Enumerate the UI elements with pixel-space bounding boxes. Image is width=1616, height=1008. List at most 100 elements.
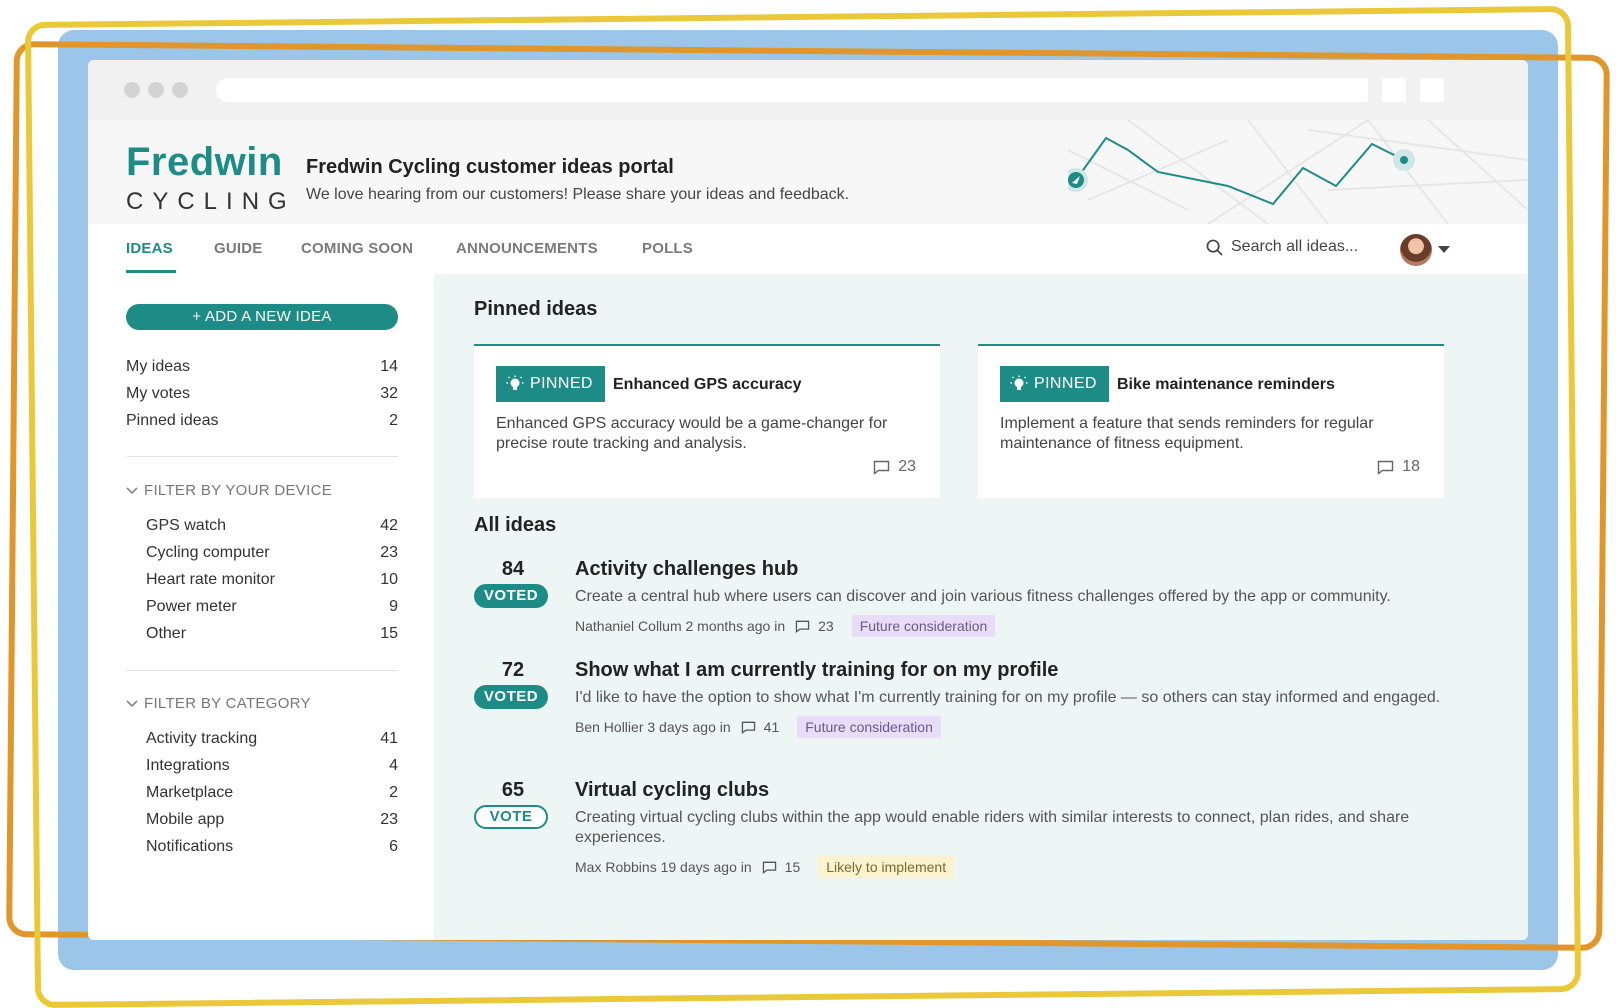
active-tab-indicator [126,270,176,273]
vote-button[interactable]: VOTE [474,805,548,829]
comment-count[interactable]: 23 [795,618,834,634]
browser-button[interactable] [1382,78,1406,102]
comment-count[interactable]: 15 [762,859,801,875]
portal-header: Fredwin CYCLING Fredwin Cycling customer… [88,120,1528,224]
sidebar-item-my-votes[interactable]: My votes 32 [126,385,398,403]
filter-item-heart-rate-monitor[interactable]: Heart rate monitor 10 [146,571,398,589]
pinned-badge: PINNED [1000,366,1109,402]
pinned-badge: PINNED [496,366,605,402]
filter-device-title: FILTER BY YOUR DEVICE [144,482,333,499]
idea-author-time: Max Robbins 19 days ago in [575,859,752,875]
filter-item-power-meter[interactable]: Power meter 9 [146,598,398,616]
tab-coming-soon[interactable]: COMING SOON [301,240,413,257]
pinned-card-desc: Implement a feature that sends reminders… [1000,415,1374,452]
sidebar-item-pinned-ideas[interactable]: Pinned ideas 2 [126,412,398,430]
pinned-card-desc: Enhanced GPS accuracy would be a game-ch… [496,415,888,452]
filter-item-count: 6 [389,838,398,855]
comment-count[interactable]: 41 [741,719,780,735]
filter-item-label: Mobile app [146,811,225,828]
logo-wordmark[interactable]: Fredwin [126,140,283,185]
lightbulb-icon [506,375,524,390]
comment-count-value: 18 [1402,458,1420,475]
vote-count: 72 [501,659,525,681]
nav-bar: IDEAS GUIDE COMING SOON ANNOUNCEMENTS PO… [88,224,1528,275]
all-ideas-title: All ideas [474,514,557,536]
filter-item-integrations[interactable]: Integrations 4 [146,757,398,775]
lightbulb-icon [1010,375,1028,390]
filter-item-gps-watch[interactable]: GPS watch 42 [146,517,398,535]
idea-description: I'd like to have the option to show what… [575,689,1441,706]
address-bar[interactable] [216,78,1366,102]
idea-title[interactable]: Activity challenges hub [575,558,1445,581]
vote-widget: 72 VOTED [474,659,552,709]
status-badge: Future consideration [851,615,996,637]
filter-item-count: 9 [389,598,398,615]
filter-item-mobile-app[interactable]: Mobile app 23 [146,811,398,829]
filter-item-other[interactable]: Other 15 [146,625,398,643]
comment-count[interactable]: 18 [1377,458,1420,476]
idea-meta: Max Robbins 19 days ago in 15 Likely to … [575,856,1445,878]
pinned-card-title[interactable]: Bike maintenance reminders [1117,376,1335,394]
filter-item-label: Other [146,625,187,642]
filter-item-count: 42 [380,517,398,534]
comment-count-value: 15 [784,859,801,875]
vote-count: 84 [501,558,525,580]
route-map-graphic [1068,120,1528,224]
comment-count-value: 23 [898,458,916,475]
filter-item-count: 15 [380,625,398,642]
browser-button[interactable] [1420,78,1444,102]
idea-title[interactable]: Virtual cycling clubs [575,779,1445,802]
search-placeholder[interactable]: Search all ideas... [1231,238,1358,256]
window-close-dot[interactable] [124,82,140,98]
vote-count: 65 [501,779,525,801]
idea-title[interactable]: Show what I am currently training for on… [575,659,1445,682]
filter-device-header[interactable]: FILTER BY YOUR DEVICE [126,482,332,499]
filter-item-marketplace[interactable]: Marketplace 2 [146,784,398,802]
comment-icon [741,721,755,734]
comment-count-value: 41 [763,719,780,735]
comment-icon [874,460,890,475]
tab-ideas[interactable]: IDEAS [126,240,173,257]
filter-item-label: Cycling computer [146,544,270,561]
comment-count[interactable]: 23 [873,458,916,476]
filter-item-count: 4 [389,757,398,774]
tab-announcements[interactable]: ANNOUNCEMENTS [456,240,598,257]
window-minimize-dot[interactable] [148,82,164,98]
filter-category-header[interactable]: FILTER BY CATEGORY [126,695,311,712]
pinned-badge-label: PINNED [1034,375,1097,392]
portal-title: Fredwin Cycling customer ideas portal [306,156,674,178]
filter-item-label: Integrations [146,757,230,774]
sidebar-item-label: Pinned ideas [126,412,219,429]
sidebar: + ADD A NEW IDEA My ideas 14 My votes 32… [88,274,434,940]
window-maximize-dot[interactable] [172,82,188,98]
comment-icon [795,620,810,633]
pinned-card-title[interactable]: Enhanced GPS accuracy [613,376,802,394]
idea-meta: Nathaniel Collum 2 months ago in 23 Futu… [575,615,1445,637]
add-new-idea-button[interactable]: + ADD A NEW IDEA [126,304,398,330]
user-avatar[interactable] [1400,234,1432,266]
voted-button[interactable]: VOTED [474,584,548,608]
voted-button[interactable]: VOTED [474,685,548,709]
pinned-card[interactable]: PINNED Bike maintenance reminders Implem… [978,344,1444,498]
chevron-down-icon[interactable] [1438,246,1450,253]
main-content: Pinned ideas PINNED Enhanced GPS accurac… [434,274,1528,940]
browser-button[interactable] [1344,78,1368,102]
idea-description: Creating virtual cycling clubs within th… [575,809,1410,846]
tab-guide[interactable]: GUIDE [214,240,263,257]
vote-widget: 65 VOTE [474,779,552,829]
pinned-badge-label: PINNED [530,375,593,392]
comment-count-value: 23 [818,618,834,634]
filter-item-cycling-computer[interactable]: Cycling computer 23 [146,544,398,562]
tab-polls[interactable]: POLLS [642,240,693,257]
pinned-card[interactable]: PINNED Enhanced GPS accuracy Enhanced GP… [474,344,940,498]
filter-item-activity-tracking[interactable]: Activity tracking 41 [146,730,398,748]
status-badge: Likely to implement [818,856,955,878]
filter-item-label: Notifications [146,838,234,855]
filter-item-label: GPS watch [146,517,227,534]
sidebar-item-my-ideas[interactable]: My ideas 14 [126,358,398,376]
portal-subtitle: We love hearing from our customers! Plea… [306,186,850,203]
idea-description: Create a central hub where users can dis… [575,588,1391,605]
search-box[interactable]: Search all ideas... [1206,238,1358,256]
filter-item-count: 2 [389,784,398,801]
filter-item-notifications[interactable]: Notifications 6 [146,838,398,856]
